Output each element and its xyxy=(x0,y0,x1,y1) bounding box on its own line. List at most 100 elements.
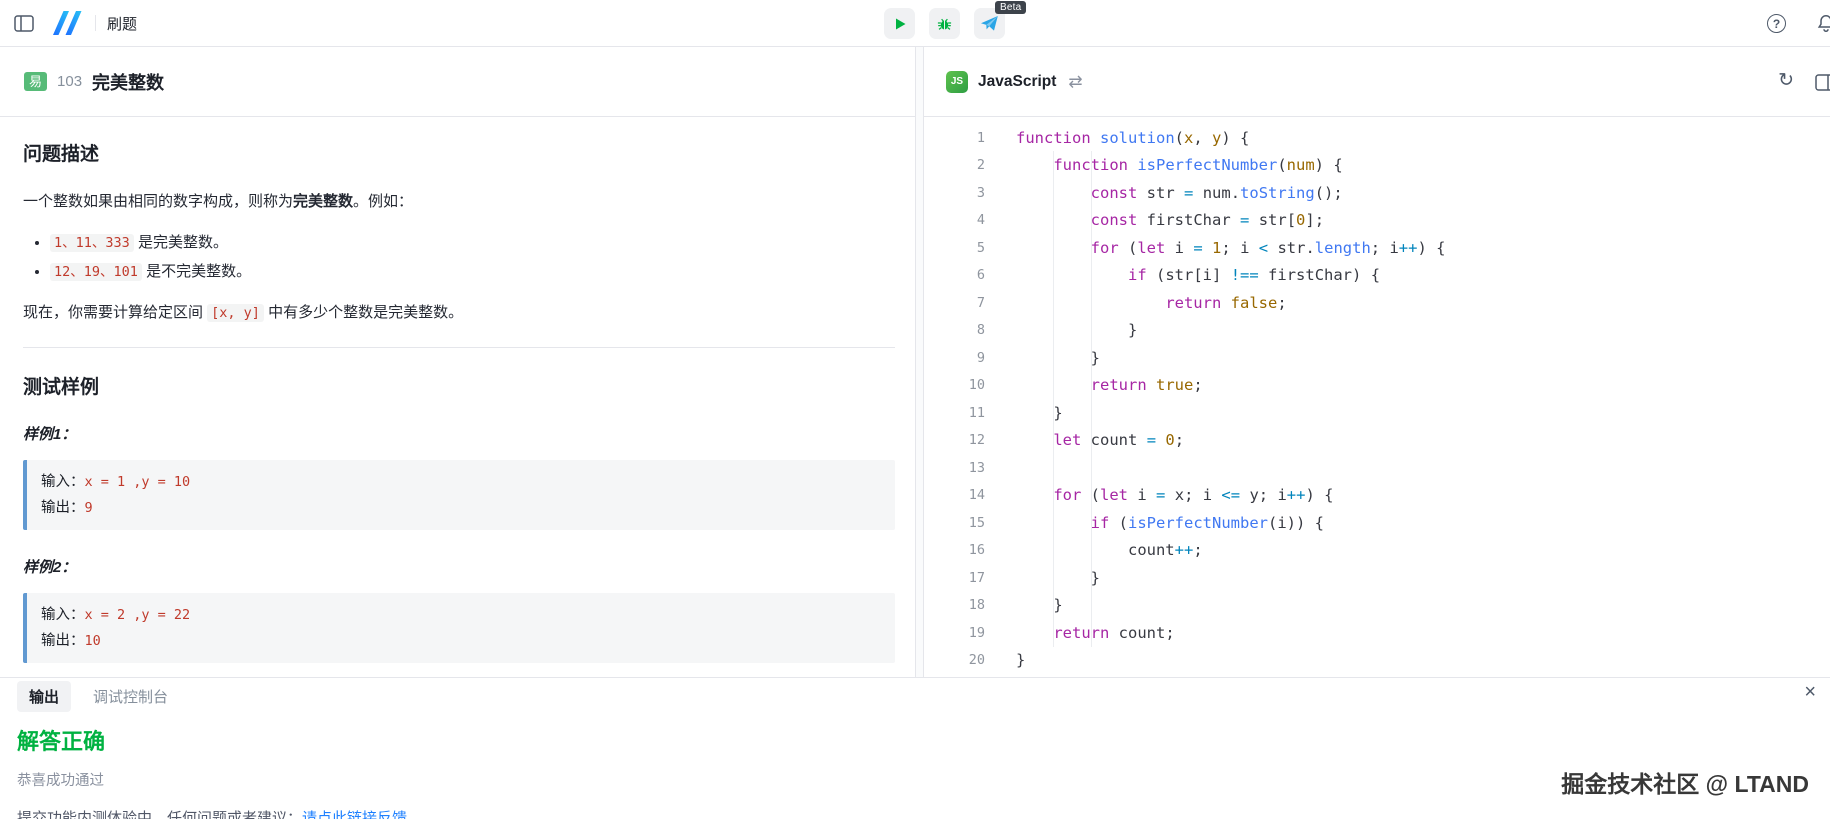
problem-description: 一个整数如果由相同的数字构成，则称为完美整数。例如： xyxy=(23,190,895,214)
code-line-text: if (str[i] !== firstChar) { xyxy=(1016,266,1380,284)
code-line[interactable]: 17 } xyxy=(924,564,1830,592)
reset-code-button[interactable]: ↻ xyxy=(1778,71,1794,90)
code-line[interactable]: 4 const firstChar = str[0]; xyxy=(924,207,1830,235)
brand-logo[interactable] xyxy=(50,10,84,36)
code-line-text: } xyxy=(1016,349,1100,367)
code-line-text: return false; xyxy=(1016,294,1287,312)
code-line-text: return true; xyxy=(1016,376,1203,394)
code-line[interactable]: 15 if (isPerfectNumber(i)) { xyxy=(924,509,1830,537)
code-lines: 1 function solution(x, y) { 2 function isP… xyxy=(924,124,1830,674)
problem-task: 现在，你需要计算给定区间 [x, y] 中有多少个整数是完美整数。 xyxy=(23,301,895,325)
line-number: 8 xyxy=(924,322,985,338)
brand-divider xyxy=(95,15,96,31)
description-bold: 完美整数 xyxy=(293,193,353,210)
line-number: 9 xyxy=(924,350,985,366)
inline-code: [x, y] xyxy=(207,304,264,322)
code-line[interactable]: 1 function solution(x, y) { xyxy=(924,124,1830,152)
problem-panel: 易 103 完美整数 问题描述 一个整数如果由相同的数字构成，则称为完美整数。例… xyxy=(0,47,916,677)
panel-layout-button[interactable] xyxy=(1815,74,1830,94)
example-input: 输入：x = 2 ,y = 22 xyxy=(41,602,881,628)
tab-debug-console[interactable]: 调试控制台 xyxy=(87,681,174,712)
tab-output[interactable]: 输出 xyxy=(17,681,71,712)
code-line[interactable]: 11 } xyxy=(924,399,1830,427)
close-button[interactable]: × xyxy=(1804,682,1816,702)
code-line[interactable]: 16 count++; xyxy=(924,537,1830,565)
list-item: 12、19、101 是不完美整数。 xyxy=(50,261,895,283)
line-number: 6 xyxy=(924,267,985,283)
line-number: 1 xyxy=(924,130,985,146)
input-label: 输入： xyxy=(41,607,85,623)
code-line-text: count++; xyxy=(1016,541,1203,559)
code-line[interactable]: 14 for (let i = x; i <= y; i++) { xyxy=(924,482,1830,510)
code-line[interactable]: 6 if (str[i] !== firstChar) { xyxy=(924,262,1830,290)
debug-button[interactable] xyxy=(929,8,960,39)
code-line-text: const str = num.toString(); xyxy=(1016,184,1343,202)
help-button[interactable]: ? xyxy=(1767,14,1786,33)
line-number: 16 xyxy=(924,542,985,558)
line-number: 2 xyxy=(924,157,985,173)
line-number: 20 xyxy=(924,652,985,668)
panel-divider[interactable] xyxy=(916,47,924,677)
code-line[interactable]: 18 } xyxy=(924,592,1830,620)
difficulty-badge: 易 xyxy=(24,72,47,91)
notifications-button[interactable] xyxy=(1816,13,1830,33)
topbar: 刷题 Beta ? xyxy=(0,0,1830,47)
sidebar-toggle-icon xyxy=(14,15,34,32)
code-line[interactable]: 9 } xyxy=(924,344,1830,372)
code-line-text: if (isPerfectNumber(i)) { xyxy=(1016,514,1324,532)
code-line-text: let count = 0; xyxy=(1016,431,1184,449)
line-number: 13 xyxy=(924,460,985,476)
code-line[interactable]: 10 return true; xyxy=(924,372,1830,400)
feedback-line: 提交功能内测体验中，任何问题或者建议：请点此链接反馈 xyxy=(17,807,1830,819)
code-line[interactable]: 8 } xyxy=(924,317,1830,345)
sidebar-toggle-button[interactable] xyxy=(14,15,34,32)
code-line-text: } xyxy=(1016,651,1025,669)
beta-badge: Beta xyxy=(995,1,1026,14)
code-line[interactable]: 2 function isPerfectNumber(num) { xyxy=(924,152,1830,180)
input-label: 输入： xyxy=(41,474,85,490)
code-line[interactable]: 3 const str = num.toString(); xyxy=(924,179,1830,207)
code-editor[interactable]: 1 function solution(x, y) { 2 function isP… xyxy=(924,117,1830,677)
example-output: 输出：10 xyxy=(41,628,881,654)
problem-number: 103 xyxy=(57,73,82,90)
list-item-text: 是不完美整数。 xyxy=(142,263,251,280)
code-line[interactable]: 12 let count = 0; xyxy=(924,427,1830,455)
example-output: 输出：9 xyxy=(41,495,881,521)
examples-heading: 测试样例 xyxy=(23,372,895,399)
line-number: 17 xyxy=(924,570,985,586)
brand: 刷题 xyxy=(50,10,137,36)
code-line[interactable]: 5 for (let i = 1; i < str.length; i++) { xyxy=(924,234,1830,262)
code-line-text: } xyxy=(1016,569,1100,587)
watermark: 掘金技术社区 @ LTAND xyxy=(1561,765,1809,799)
console-tabs: 输出 调试控制台 xyxy=(17,678,1830,714)
main-area: 易 103 完美整数 问题描述 一个整数如果由相同的数字构成，则称为完美整数。例… xyxy=(0,47,1830,677)
bug-icon xyxy=(936,15,953,32)
code-line[interactable]: 13 xyxy=(924,454,1830,482)
switch-language-button[interactable]: ⇄ xyxy=(1068,72,1082,92)
code-line[interactable]: 19 return count; xyxy=(924,619,1830,647)
feedback-link[interactable]: 请点此链接反馈 xyxy=(302,810,407,819)
example-block: 输入：x = 2 ,y = 22 输出：10 xyxy=(23,593,895,663)
task-text: 现在，你需要计算给定区间 xyxy=(23,304,207,321)
code-line[interactable]: 7 return false; xyxy=(924,289,1830,317)
problem-header: 易 103 完美整数 xyxy=(0,47,915,117)
run-toolbar xyxy=(884,8,1005,39)
output-value: 9 xyxy=(85,500,93,516)
code-line-text: const firstChar = str[0]; xyxy=(1016,211,1324,229)
bullet-list: 1、11、333 是完美整数。 12、19、101 是不完美整数。 xyxy=(23,232,895,283)
input-value: x = 2 ,y = 22 xyxy=(85,607,191,623)
input-value: x = 1 ,y = 10 xyxy=(85,474,191,490)
output-value: 10 xyxy=(85,633,101,649)
question-icon: ? xyxy=(1767,14,1786,33)
code-line-text: function solution(x, y) { xyxy=(1016,129,1249,147)
run-button[interactable] xyxy=(884,8,915,39)
line-number: 12 xyxy=(924,432,985,448)
javascript-icon: JS xyxy=(946,71,968,93)
example-label: 样例1： xyxy=(23,423,895,444)
code-line[interactable]: 20} xyxy=(924,647,1830,675)
problem-title: 完美整数 xyxy=(92,69,164,95)
line-number: 4 xyxy=(924,212,985,228)
line-number: 10 xyxy=(924,377,985,393)
section-divider xyxy=(23,347,895,348)
code-line-text: return count; xyxy=(1016,624,1175,642)
